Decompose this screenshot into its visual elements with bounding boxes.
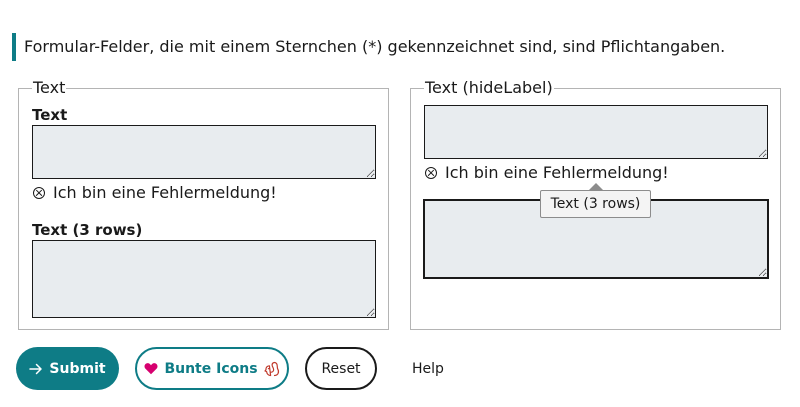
text-field-label: Text — [32, 106, 68, 124]
reset-button[interactable]: Reset — [305, 347, 377, 390]
text-hidelabel-error-message: Ich bin eine Fehlermeldung! — [425, 163, 669, 183]
error-x-circle-icon — [33, 187, 45, 199]
text-hidelabel-fieldset-legend: Text (hideLabel) — [425, 78, 553, 97]
text-3-rows-input[interactable] — [32, 240, 376, 318]
text-fieldset-legend: Text — [33, 78, 66, 97]
submit-button-label: Submit — [49, 360, 106, 377]
text-hidelabel-input[interactable] — [424, 105, 768, 159]
text-input[interactable] — [32, 125, 376, 179]
submit-button[interactable]: Submit — [16, 347, 119, 390]
squirrel-icon — [263, 361, 280, 377]
reset-button-label: Reset — [321, 360, 361, 377]
required-fields-notice: Formular-Felder, die mit einem Sternchen… — [12, 33, 725, 61]
help-button[interactable]: Help — [398, 347, 458, 390]
text-3-rows-field-label: Text (3 rows) — [32, 221, 143, 239]
colorful-icons-button[interactable]: Bunte Icons — [135, 347, 289, 390]
text-hidelabel-error-text: Ich bin eine Fehlermeldung! — [445, 163, 669, 182]
error-x-circle-icon — [425, 167, 437, 179]
heart-icon — [144, 362, 158, 375]
text-error-text: Ich bin eine Fehlermeldung! — [53, 183, 277, 202]
help-button-label: Help — [412, 360, 444, 377]
text-3-rows-tooltip: Text (3 rows) — [540, 190, 651, 218]
colorful-icons-button-label: Bunte Icons — [164, 360, 258, 377]
arrow-right-icon — [29, 363, 43, 375]
text-error-message: Ich bin eine Fehlermeldung! — [33, 183, 277, 203]
